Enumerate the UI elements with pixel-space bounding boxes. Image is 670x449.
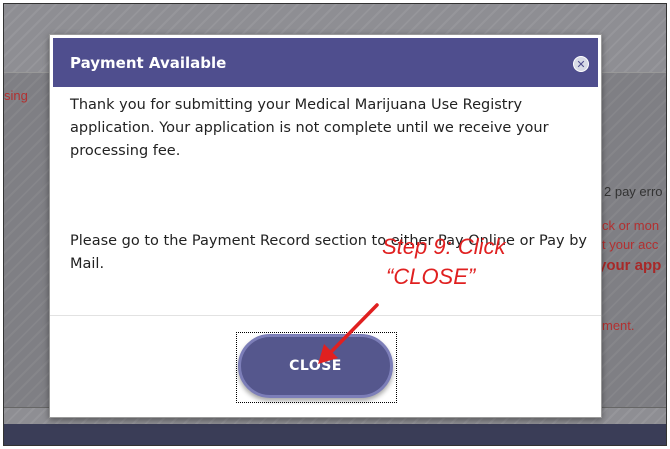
annotation-arrow-icon <box>318 303 379 364</box>
screenshot-frame: sing 2 pay erro ck or mon t your acc you… <box>3 3 667 446</box>
